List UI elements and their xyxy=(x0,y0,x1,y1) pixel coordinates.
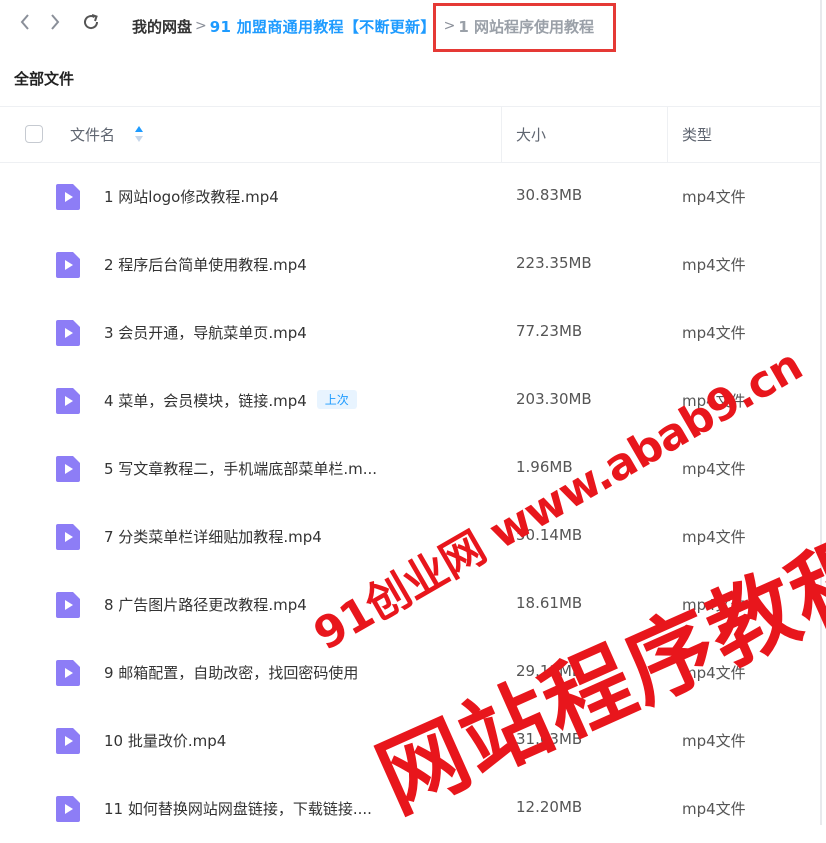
video-file-icon xyxy=(56,320,80,346)
video-file-icon xyxy=(56,592,80,618)
file-name-text[interactable]: 1 网站logo修改教程.mp4 xyxy=(104,188,279,206)
refresh-button[interactable] xyxy=(80,12,102,38)
file-name-text[interactable]: 7 分类菜单栏详细贴加教程.mp4 xyxy=(104,528,322,546)
top-bar: 我的网盘 > 91 加盟商通用教程【不断更新】 > 1 网站程序使用教程 xyxy=(0,0,826,52)
file-name[interactable]: 7 分类菜单栏详细贴加教程.mp4 xyxy=(104,526,322,547)
file-name-text[interactable]: 8 广告图片路径更改教程.mp4 xyxy=(104,596,307,614)
file-type: mp4文件 xyxy=(682,460,746,478)
file-type: mp4文件 xyxy=(682,188,746,206)
video-file-icon xyxy=(56,660,80,686)
file-name[interactable]: 5 写文章教程二，手机端底部菜单栏.m... xyxy=(104,458,377,479)
video-file-icon xyxy=(56,456,80,482)
video-file-icon xyxy=(56,184,80,210)
table-row[interactable]: 10 批量改价.mp4 31.63MB mp4文件 xyxy=(0,707,820,775)
table-row[interactable]: 5 写文章教程二，手机端底部菜单栏.m... 1.96MB mp4文件 xyxy=(0,435,820,503)
file-type: mp4文件 xyxy=(682,732,746,750)
last-viewed-badge: 上次 xyxy=(316,390,357,409)
file-type: mp4文件 xyxy=(682,596,746,614)
file-type: mp4文件 xyxy=(682,324,746,342)
forward-button[interactable] xyxy=(44,12,66,38)
file-name-text[interactable]: 3 会员开通，导航菜单页.mp4 xyxy=(104,324,307,342)
breadcrumb-root[interactable]: 我的网盘 xyxy=(132,16,192,37)
column-header-type[interactable]: 类型 xyxy=(682,124,712,145)
file-name[interactable]: 2 程序后台简单使用教程.mp4 xyxy=(104,254,307,275)
sort-icon[interactable] xyxy=(134,124,144,144)
file-type: mp4文件 xyxy=(682,392,746,410)
table-row[interactable]: 9 邮箱配置，自助改密，找回密码使用 29.13MB mp4文件 xyxy=(0,639,820,707)
file-size: 223.35MB xyxy=(516,254,592,272)
file-name[interactable]: 9 邮箱配置，自助改密，找回密码使用 xyxy=(104,662,358,683)
chevron-left-icon xyxy=(20,14,29,30)
file-name[interactable]: 4 菜单，会员模块，链接.mp4 上次 xyxy=(104,390,357,411)
panel-divider xyxy=(820,0,822,825)
video-file-icon xyxy=(56,252,80,278)
refresh-icon xyxy=(84,14,99,30)
file-size: 31.63MB xyxy=(516,730,583,748)
file-name[interactable]: 10 批量改价.mp4 xyxy=(104,730,226,751)
column-divider[interactable] xyxy=(667,107,668,163)
column-header-name[interactable]: 文件名 xyxy=(70,124,115,145)
file-name-text[interactable]: 11 如何替换网站网盘链接，下载链接.... xyxy=(104,800,372,818)
highlight-annotation xyxy=(433,3,616,52)
breadcrumb-folder[interactable]: 91 加盟商通用教程【不断更新】 xyxy=(210,16,436,37)
file-name[interactable]: 1 网站logo修改教程.mp4 xyxy=(104,186,279,207)
file-size: 50.14MB xyxy=(516,526,583,544)
file-name-text[interactable]: 9 邮箱配置，自助改密，找回密码使用 xyxy=(104,664,358,682)
chevron-right-icon xyxy=(51,14,60,30)
file-name-text[interactable]: 5 写文章教程二，手机端底部菜单栏.m... xyxy=(104,460,377,478)
video-file-icon xyxy=(56,524,80,550)
file-type: mp4文件 xyxy=(682,256,746,274)
video-file-icon xyxy=(56,388,80,414)
back-button[interactable] xyxy=(14,12,36,38)
file-name-text[interactable]: 10 批量改价.mp4 xyxy=(104,732,226,750)
table-row[interactable]: 1 网站logo修改教程.mp4 30.83MB mp4文件 xyxy=(0,163,820,231)
file-name-text[interactable]: 2 程序后台简单使用教程.mp4 xyxy=(104,256,307,274)
video-file-icon xyxy=(56,728,80,754)
breadcrumb-separator: > xyxy=(195,18,207,34)
table-row[interactable]: 3 会员开通，导航菜单页.mp4 77.23MB mp4文件 xyxy=(0,299,820,367)
file-list: 1 网站logo修改教程.mp4 30.83MB mp4文件 2 程序后台简单使用教程… xyxy=(0,163,820,843)
file-name[interactable]: 11 如何替换网站网盘链接，下载链接.... xyxy=(104,798,372,819)
file-name-text[interactable]: 4 菜单，会员模块，链接.mp4 xyxy=(104,392,307,410)
file-size: 30.83MB xyxy=(516,186,583,204)
table-row[interactable]: 11 如何替换网站网盘链接，下载链接.... 12.20MB mp4文件 xyxy=(0,775,820,843)
table-row[interactable]: 2 程序后台简单使用教程.mp4 223.35MB mp4文件 xyxy=(0,231,820,299)
file-size: 12.20MB xyxy=(516,798,583,816)
file-type: mp4文件 xyxy=(682,664,746,682)
file-name[interactable]: 3 会员开通，导航菜单页.mp4 xyxy=(104,322,307,343)
file-size: 203.30MB xyxy=(516,390,592,408)
video-file-icon xyxy=(56,796,80,822)
file-size: 18.61MB xyxy=(516,594,583,612)
table-row[interactable]: 8 广告图片路径更改教程.mp4 18.61MB mp4文件 xyxy=(0,571,820,639)
column-header-size[interactable]: 大小 xyxy=(516,124,546,145)
table-row[interactable]: 7 分类菜单栏详细贴加教程.mp4 50.14MB mp4文件 xyxy=(0,503,820,571)
file-size: 77.23MB xyxy=(516,322,583,340)
file-type: mp4文件 xyxy=(682,528,746,546)
table-row[interactable]: 4 菜单，会员模块，链接.mp4 上次 203.30MB mp4文件 xyxy=(0,367,820,435)
file-size: 1.96MB xyxy=(516,458,573,476)
column-divider[interactable] xyxy=(501,107,502,163)
page-title: 全部文件 xyxy=(14,70,75,88)
file-size: 29.13MB xyxy=(516,662,583,680)
file-name[interactable]: 8 广告图片路径更改教程.mp4 xyxy=(104,594,307,615)
file-type: mp4文件 xyxy=(682,800,746,818)
select-all-checkbox[interactable] xyxy=(25,125,43,143)
